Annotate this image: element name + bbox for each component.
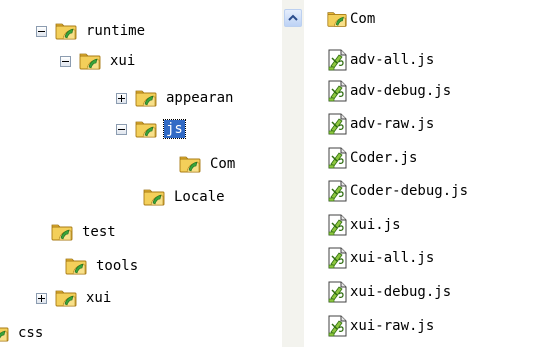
folder-tree: runtime xui appearan js Com Locale test … — [0, 0, 280, 347]
tree-node-xui-root[interactable]: xui — [36, 287, 113, 309]
folder-icon — [178, 154, 202, 174]
file-list: Com adv-all.js adv-debug.js adv-raw.js C… — [308, 0, 534, 347]
vertical-scrollbar[interactable] — [282, 0, 304, 347]
js-file-icon — [326, 315, 348, 337]
list-item-file[interactable]: adv-raw.js — [326, 111, 434, 136]
js-file-icon — [326, 180, 348, 202]
file-name: Com — [350, 10, 376, 27]
js-file-icon — [326, 247, 348, 269]
list-item-file[interactable]: xui-raw.js — [326, 313, 434, 338]
file-name: xui-debug.js — [350, 283, 452, 300]
list-item-file[interactable]: xui-debug.js — [326, 279, 451, 304]
file-name: adv-raw.js — [350, 115, 435, 132]
folder-icon — [142, 187, 166, 207]
js-file-icon — [326, 147, 348, 169]
tree-node-runtime[interactable]: runtime — [36, 20, 147, 42]
file-name: Coder-debug.js — [350, 182, 469, 199]
tree-node-locale[interactable]: Locale — [142, 186, 227, 208]
folder-icon — [78, 51, 102, 71]
tree-node-label: appearan — [166, 90, 234, 106]
file-name: Coder.js — [350, 149, 418, 166]
tree-node-label: xui — [110, 53, 136, 69]
list-item-file[interactable]: xui.js — [326, 212, 401, 237]
js-file-icon — [326, 49, 348, 71]
tree-node-label: runtime — [86, 23, 146, 39]
tree-node-label: Com — [210, 156, 236, 172]
folder-icon — [134, 88, 158, 108]
js-file-icon — [326, 80, 348, 102]
tree-node-label: Locale — [174, 189, 225, 205]
folder-icon — [326, 9, 348, 29]
js-file-icon — [326, 214, 348, 236]
file-name: xui.js — [350, 216, 401, 233]
tree-node-js[interactable]: js — [116, 118, 186, 140]
tree-node-xui[interactable]: xui — [60, 50, 137, 72]
collapse-icon[interactable] — [36, 25, 47, 37]
file-name: adv-all.js — [350, 51, 435, 68]
folder-icon — [64, 256, 88, 276]
scroll-up-button[interactable] — [284, 9, 302, 27]
list-item-file[interactable]: xui-all.js — [326, 245, 434, 270]
file-name: xui-all.js — [350, 249, 435, 266]
chevron-up-icon — [288, 14, 298, 21]
js-file-icon — [326, 281, 348, 303]
js-file-icon — [326, 113, 348, 135]
list-item-file[interactable]: Coder.js — [326, 145, 417, 170]
list-item-file[interactable]: Coder-debug.js — [326, 178, 468, 203]
collapse-icon[interactable] — [116, 123, 127, 135]
tree-node-label: css — [18, 325, 44, 341]
file-name: xui-raw.js — [350, 317, 435, 334]
tree-node-label: test — [82, 224, 116, 240]
tree-node-label-selected: js — [163, 119, 186, 139]
tree-node-label: tools — [96, 258, 139, 274]
list-item-file[interactable]: adv-all.js — [326, 47, 434, 72]
tree-node-tools[interactable]: tools — [64, 255, 140, 277]
folder-icon — [50, 222, 74, 242]
expand-icon[interactable] — [116, 92, 127, 104]
file-name: adv-debug.js — [350, 82, 452, 99]
expand-icon[interactable] — [36, 292, 47, 304]
tree-node-com[interactable]: Com — [178, 153, 237, 175]
folder-icon — [54, 21, 78, 41]
folder-icon — [54, 288, 78, 308]
folder-icon — [0, 323, 10, 343]
tree-node-test[interactable]: test — [50, 221, 118, 243]
list-item-file[interactable]: adv-debug.js — [326, 78, 451, 103]
tree-node-css[interactable]: css — [0, 322, 45, 344]
folder-icon — [134, 119, 158, 139]
tree-node-label: xui — [86, 290, 112, 306]
collapse-icon[interactable] — [60, 55, 71, 67]
list-item-folder[interactable]: Com — [326, 6, 375, 31]
tree-node-appearance[interactable]: appearan — [116, 87, 235, 109]
